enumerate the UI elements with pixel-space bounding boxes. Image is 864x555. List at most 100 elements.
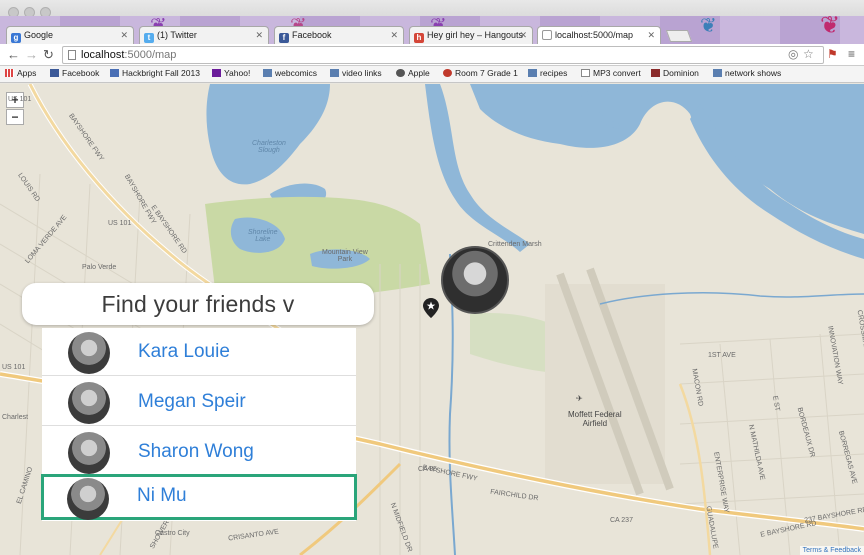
apple-red-icon (443, 69, 452, 77)
location-pin-icon[interactable] (423, 298, 439, 318)
close-tab-icon[interactable]: ✕ (519, 30, 527, 41)
bookmark-label: Room 7 Grade 1 (455, 68, 518, 78)
friend-name: Megan Speir (138, 391, 246, 412)
new-tab-button[interactable] (665, 30, 693, 42)
tab-twitter[interactable]: t (1) Twitter ✕ (139, 26, 269, 44)
tab-facebook[interactable]: f Facebook ✕ (274, 26, 404, 44)
friend-name: Sharon Wong (138, 441, 254, 462)
close-tab-icon[interactable]: ✕ (647, 30, 655, 41)
dominion-icon (651, 69, 660, 77)
tab-hangouts[interactable]: h Hey girl hey – Hangouts ✕ (409, 26, 533, 44)
map-label-first-ave: 1ST AVE (708, 352, 736, 359)
tab-label: Google (24, 30, 54, 40)
find-friends-header[interactable]: Find your friends v (22, 283, 374, 325)
menu-icon[interactable]: ≡ (848, 47, 855, 61)
tab-label: (1) Twitter (157, 30, 197, 40)
page-icon (581, 69, 590, 77)
butterfly-decoration-icon: ❦ (820, 12, 841, 39)
forward-arrow-icon[interactable]: → (25, 47, 38, 62)
address-bar[interactable]: localhost:5000/map (62, 46, 824, 64)
map-label-ca85: CA 85 (418, 466, 438, 473)
bookmark-apps[interactable]: Apps (5, 68, 36, 78)
friend-item-ni-mu[interactable]: Ni Mu (41, 474, 357, 520)
bookmark-label: webcomics (275, 68, 318, 78)
google-favicon-icon: g (11, 33, 21, 43)
bookmark-label: Yahoo! (224, 68, 251, 78)
bookmark-star-icon[interactable]: ☆ (803, 47, 814, 61)
map-label-mountain-view-park: Mountain View Park (322, 249, 368, 263)
bookmark-hackbright[interactable]: Hackbright Fall 2013 (110, 68, 200, 78)
butterfly-decoration-icon: ❦ (700, 15, 717, 37)
friend-avatar-marker[interactable] (441, 246, 509, 314)
friends-list: Kara Louie Megan Speir Sharon Wong Ni Mu (41, 328, 357, 521)
url-host: localhost (81, 49, 125, 61)
tab-label: localhost:5000/map (555, 30, 634, 40)
friend-name: Ni Mu (137, 485, 187, 506)
tab-localhost-map[interactable]: localhost:5000/map ✕ (537, 26, 661, 44)
bookmark-label: Apple (408, 68, 430, 78)
back-arrow-icon[interactable]: ← (7, 47, 20, 62)
bookmark-label: recipes (540, 68, 568, 78)
bookmark-label: network shows (725, 68, 782, 78)
map-label-us101: US 101 (8, 96, 32, 103)
bookmark-video-links[interactable]: video links (330, 68, 382, 78)
close-tab-icon[interactable]: ✕ (390, 30, 398, 41)
browser-toolbar: ← → ↻ localhost:5000/map ◎ ☆ ⚑ ≡ (0, 44, 864, 66)
bookmark-label: Hackbright Fall 2013 (122, 68, 200, 78)
airport-icon: ✈ (576, 394, 583, 403)
map-label-moffett-field: Moffett Federal Airfield (568, 410, 622, 428)
bookmark-apple[interactable]: Apple (396, 68, 430, 78)
bookmark-yahoo[interactable]: Yahoo! (212, 68, 250, 78)
extension-flag-icon[interactable]: ⚑ (827, 47, 838, 61)
map-attribution-link[interactable]: Terms & Feedback (799, 546, 864, 555)
reload-icon[interactable]: ↻ (43, 47, 54, 63)
close-tab-icon[interactable]: ✕ (120, 30, 128, 41)
apple-icon (396, 69, 405, 77)
map-label-charleston-slough: Charleston Slough (252, 140, 286, 154)
zoom-out-button[interactable]: − (6, 109, 24, 125)
bookmark-label: video links (342, 68, 382, 78)
avatar (68, 432, 110, 474)
bookmark-webcomics[interactable]: webcomics (263, 68, 317, 78)
folder-icon (713, 69, 722, 77)
page-icon (68, 50, 76, 60)
bookmark-room7[interactable]: Room 7 Grade 1 (443, 68, 518, 78)
map-label-shoreline-lake: Shoreline Lake (248, 229, 278, 243)
apps-grid-icon (5, 69, 14, 77)
bookmark-label: Dominion (663, 68, 699, 78)
bookmark-dominion[interactable]: Dominion (651, 68, 699, 78)
folder-icon (263, 69, 272, 77)
avatar (68, 332, 110, 374)
folder-icon (330, 69, 339, 77)
bookmark-label: MP3 convert (593, 68, 641, 78)
map-label-palo-verde: Palo Verde (82, 264, 117, 271)
tab-label: Hey girl hey – Hangouts (427, 30, 524, 40)
bookmark-mp3-convert[interactable]: MP3 convert (581, 68, 641, 78)
tab-google[interactable]: g Google ✕ (6, 26, 134, 44)
close-tab-icon[interactable]: ✕ (255, 30, 263, 41)
bookmark-network-shows[interactable]: network shows (713, 68, 781, 78)
friend-name: Kara Louie (138, 341, 230, 362)
tab-label: Facebook (292, 30, 332, 40)
find-friends-title[interactable]: Find your friends v (22, 291, 374, 318)
location-icon[interactable]: ◎ (788, 47, 798, 61)
hackbright-icon (110, 69, 119, 77)
hangouts-favicon-icon: h (414, 33, 424, 43)
bookmark-label: Facebook (62, 68, 100, 78)
yahoo-icon (212, 69, 221, 77)
friend-item-sharon-wong[interactable]: Sharon Wong (42, 428, 356, 476)
map-label-crittenden-marsh: Crittenden Marsh (488, 241, 542, 248)
page-favicon-icon (542, 30, 552, 40)
twitter-favicon-icon: t (144, 33, 154, 43)
bookmark-recipes[interactable]: recipes (528, 68, 567, 78)
facebook-favicon-icon: f (279, 33, 289, 43)
url-path: :5000/map (124, 49, 177, 61)
bookmark-facebook[interactable]: Facebook (50, 68, 99, 78)
map-label-us101: US 101 (2, 364, 26, 371)
friend-item-megan-speir[interactable]: Megan Speir (42, 378, 356, 426)
folder-icon (528, 69, 537, 77)
facebook-icon (50, 69, 59, 77)
avatar (67, 478, 109, 520)
map-label-charleston: Charlest (2, 414, 29, 421)
friend-item-kara-louie[interactable]: Kara Louie (42, 328, 356, 376)
